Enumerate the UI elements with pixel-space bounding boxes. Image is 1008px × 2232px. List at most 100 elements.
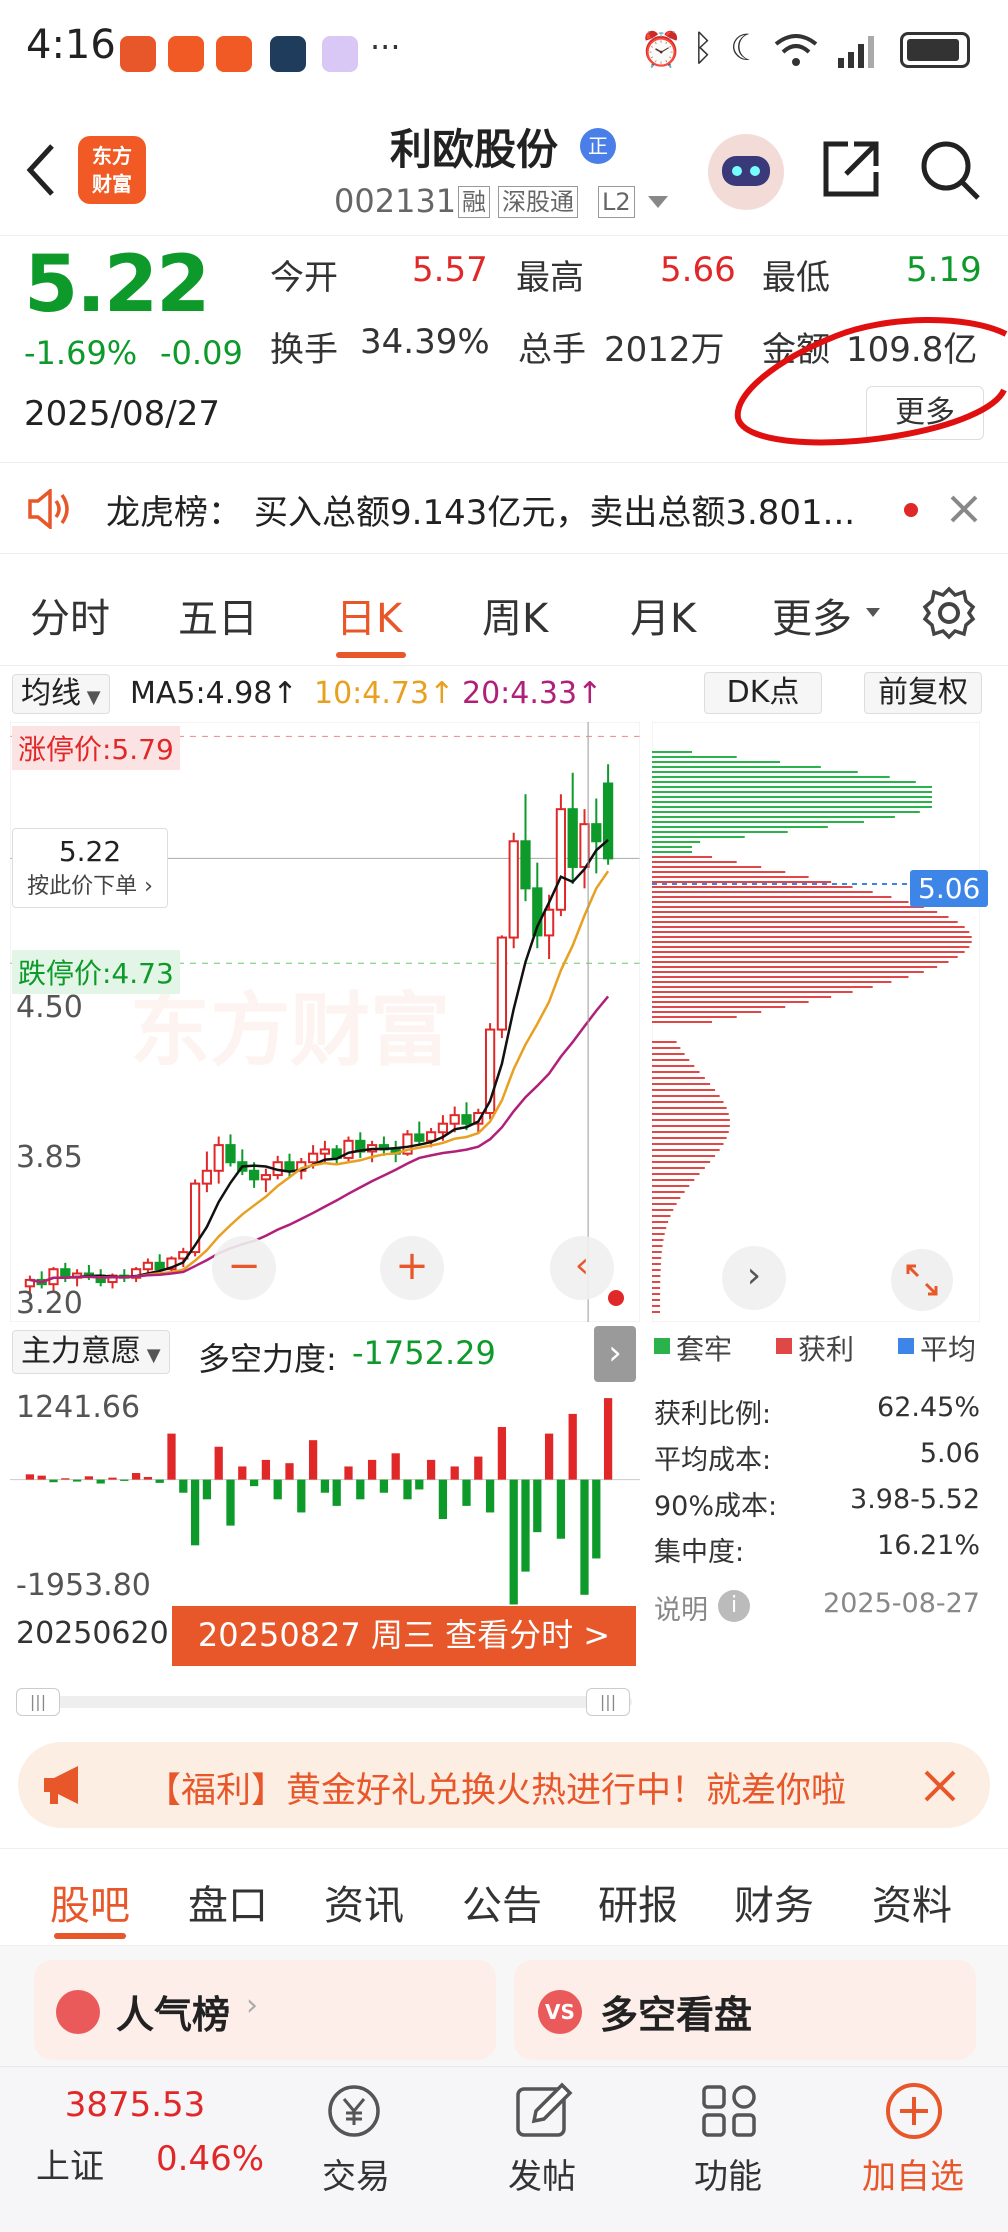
indicator-bar bbox=[49, 1479, 58, 1483]
speaker-icon bbox=[28, 489, 69, 529]
trade-button[interactable]: 交易 bbox=[322, 2149, 390, 2198]
indicator-bar bbox=[131, 1473, 141, 1480]
index-value[interactable]: 3875.53 bbox=[60, 2085, 210, 2125]
add-watchlist-icon[interactable] bbox=[884, 2081, 944, 2141]
banner-label: 龙虎榜： bbox=[106, 493, 242, 533]
tab-pankou[interactable]: 盘口 bbox=[188, 1873, 268, 1931]
function-grid-icon[interactable] bbox=[698, 2081, 762, 2141]
indicator-bar bbox=[332, 1479, 341, 1506]
function-button[interactable]: 功能 bbox=[694, 2149, 762, 2198]
official-badge: 正 bbox=[580, 128, 616, 164]
share-icon[interactable] bbox=[820, 138, 882, 200]
welfare-text: 【福利】黄金好礼兑换火热进行中！就差你啦 bbox=[146, 1771, 847, 1811]
candle-body bbox=[213, 1144, 224, 1172]
cost90-label: 90%成本: bbox=[654, 1491, 778, 1522]
tab-news[interactable]: 资讯 bbox=[324, 1873, 404, 1931]
app-notification-icon bbox=[168, 36, 204, 72]
realtime-dot bbox=[608, 1290, 624, 1306]
index-change[interactable]: 0.46% bbox=[156, 2139, 264, 2179]
chevron-right-icon[interactable]: › bbox=[722, 1246, 786, 1310]
candle-body bbox=[602, 782, 614, 860]
scroll-handle-left[interactable]: ||| bbox=[16, 1688, 60, 1716]
app-logo: 东方 财富 bbox=[78, 136, 146, 204]
more-notifications-icon: ··· bbox=[370, 28, 401, 66]
tab-intraday[interactable]: 分时 bbox=[30, 586, 110, 644]
status-bar: 4:16 ··· ⏰ ᛒ ☾ bbox=[0, 0, 1008, 110]
ma-select[interactable]: 均线 ▼ bbox=[12, 674, 110, 714]
index-name[interactable]: 上证 bbox=[36, 2139, 104, 2188]
candle-body bbox=[461, 1114, 472, 1125]
indicator-bar bbox=[450, 1466, 459, 1480]
tab-monthly-k[interactable]: 月K bbox=[630, 586, 696, 644]
selected-date-button[interactable]: 20250827 周三 查看分时 > bbox=[172, 1606, 636, 1666]
post-button[interactable]: 发帖 bbox=[508, 2149, 576, 2198]
tab-guba[interactable]: 股吧 bbox=[50, 1873, 130, 1931]
yen-exchange-icon[interactable] bbox=[322, 2081, 386, 2141]
tab-five-day[interactable]: 五日 bbox=[178, 586, 258, 644]
order-at-price-box[interactable]: 5.22 按此价下单 › bbox=[12, 828, 168, 908]
candle-body bbox=[201, 1169, 213, 1185]
add-watchlist-button[interactable]: 加自选 bbox=[862, 2149, 964, 2198]
expand-icon[interactable] bbox=[890, 1248, 954, 1312]
zoom-in-button[interactable]: + bbox=[380, 1236, 444, 1300]
edit-post-icon[interactable] bbox=[512, 2081, 576, 2141]
legend-profit: 获利 bbox=[798, 1333, 855, 1366]
candle-body bbox=[307, 1152, 319, 1164]
turnover-value: 34.39% bbox=[360, 322, 490, 362]
indicator-bar bbox=[108, 1477, 117, 1480]
tab-finance[interactable]: 财务 bbox=[734, 1873, 814, 1931]
active-tab-indicator bbox=[336, 652, 406, 658]
y-axis-label: 3.20 bbox=[16, 1286, 83, 1321]
legend-trapped: 套牢 bbox=[676, 1333, 733, 1366]
close-icon[interactable] bbox=[948, 493, 980, 525]
indicator-bar bbox=[344, 1466, 353, 1480]
candle-body bbox=[248, 1169, 260, 1181]
bluetooth-icon: ᛒ bbox=[692, 28, 714, 69]
indicator-bar bbox=[202, 1479, 212, 1500]
indicator-bar bbox=[320, 1479, 330, 1493]
close-icon[interactable] bbox=[920, 1766, 960, 1806]
candle-body bbox=[284, 1161, 295, 1172]
search-icon[interactable] bbox=[918, 138, 982, 202]
indicator-bar bbox=[367, 1459, 377, 1480]
chart-period-tabs: 分时 五日 日K 周K 月K 更多 bbox=[0, 556, 1008, 666]
open-label: 今开 bbox=[270, 258, 338, 298]
dragon-tiger-banner[interactable]: 龙虎榜： 买入总额9.143亿元，卖出总额3.801... bbox=[0, 462, 1008, 554]
chevron-down-icon[interactable] bbox=[648, 196, 668, 208]
tab-research[interactable]: 研报 bbox=[598, 1873, 678, 1931]
indicator-bar bbox=[426, 1459, 436, 1480]
tab-daily-k[interactable]: 日K bbox=[336, 586, 402, 644]
zoom-out-button[interactable]: − bbox=[212, 1236, 276, 1300]
popularity-card[interactable]: 人气榜 › bbox=[34, 1960, 496, 2060]
app-notification-icon bbox=[120, 36, 156, 72]
indicator-bar bbox=[72, 1479, 82, 1482]
info-icon[interactable]: i bbox=[718, 1590, 750, 1622]
avg-cost-marker: 5.06 bbox=[910, 870, 989, 907]
tab-profile[interactable]: 资料 bbox=[872, 1873, 952, 1931]
candle-body bbox=[496, 936, 508, 1031]
candle-body bbox=[508, 840, 519, 939]
popularity-title: 人气榜 bbox=[116, 1993, 231, 2037]
app-notification-icon bbox=[322, 36, 358, 72]
indicator-bar bbox=[544, 1433, 554, 1480]
adjust-button[interactable]: 前复权 bbox=[864, 672, 982, 714]
gear-icon[interactable] bbox=[922, 586, 976, 640]
tab-more[interactable]: 更多 bbox=[772, 586, 852, 644]
tab-weekly-k[interactable]: 周K bbox=[482, 586, 548, 644]
note-label[interactable]: 说明 bbox=[654, 1588, 708, 1627]
dk-point-button[interactable]: DK点 bbox=[704, 672, 822, 714]
welfare-banner[interactable]: 【福利】黄金好礼兑换火热进行中！就差你啦 bbox=[18, 1742, 990, 1828]
chevron-left-icon[interactable]: ‹ bbox=[550, 1236, 614, 1300]
high-label: 最高 bbox=[516, 258, 584, 298]
tab-announcements[interactable]: 公告 bbox=[462, 1873, 542, 1931]
chevron-right-icon[interactable]: › bbox=[594, 1326, 636, 1382]
indicator-bar bbox=[96, 1479, 105, 1484]
indicator-bar bbox=[226, 1479, 235, 1526]
robot-assistant-icon[interactable] bbox=[708, 134, 784, 210]
indicator-select[interactable]: 主力意愿 ▼ bbox=[12, 1330, 170, 1374]
scroll-handle-right[interactable]: ||| bbox=[586, 1688, 630, 1716]
chevron-left-icon[interactable] bbox=[20, 140, 60, 200]
chart-scrollbar[interactable] bbox=[16, 1696, 632, 1708]
long-short-card[interactable]: VS 多空看盘 bbox=[514, 1960, 976, 2060]
wifi-icon bbox=[774, 34, 818, 66]
